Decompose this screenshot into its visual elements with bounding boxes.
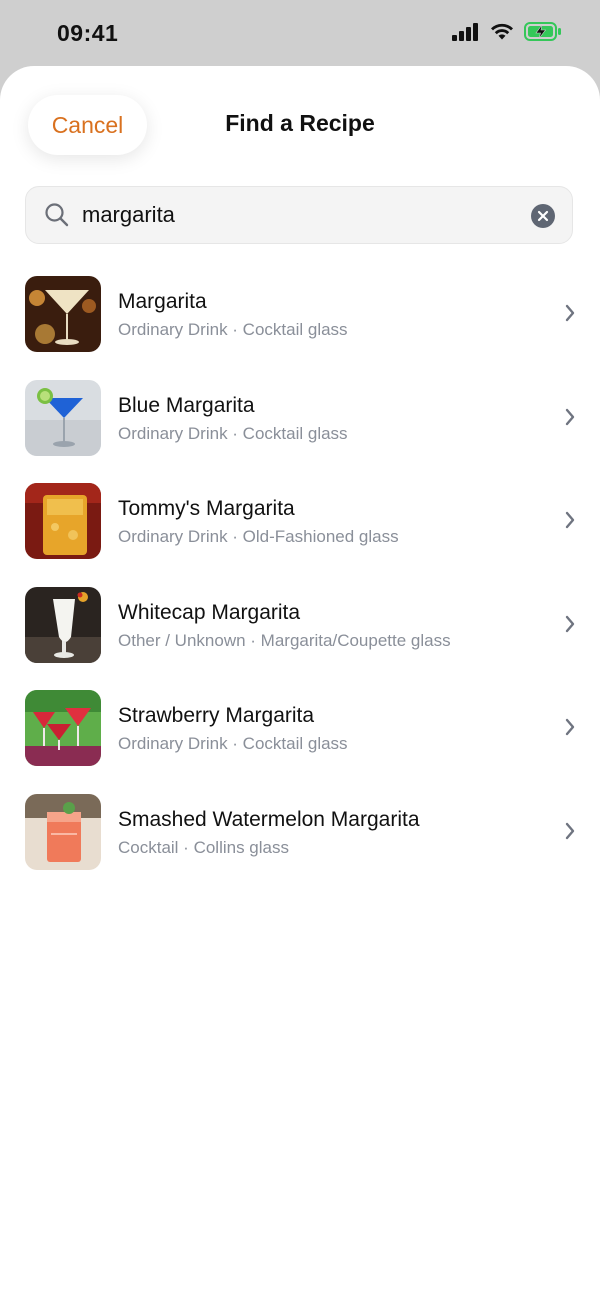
wifi-icon (489, 22, 515, 46)
drink-thumbnail (25, 586, 101, 663)
chevron-right-icon (565, 408, 575, 431)
status-icons (452, 22, 562, 46)
drink-thumbnail (25, 690, 101, 767)
chevron-right-icon (565, 511, 575, 534)
drink-name: Strawberry Margarita (118, 704, 315, 728)
search-bar[interactable] (25, 186, 573, 244)
chevron-right-icon (565, 718, 575, 741)
drink-name: Whitecap Margarita (118, 600, 301, 624)
result-row-smashed-watermelon-margarita[interactable]: Smashed Watermelon Margarita Cocktail · … (0, 782, 600, 886)
drink-subtitle: Ordinary Drink · Cocktail glass (118, 423, 348, 443)
drink-subtitle: Cocktail · Collins glass (118, 837, 289, 857)
drink-subtitle: Ordinary Drink · Cocktail glass (118, 320, 348, 339)
result-row-margarita[interactable]: Margarita Ordinary Drink · Cocktail glas… (0, 264, 600, 368)
search-input[interactable] (82, 196, 502, 234)
sheet-title: Find a Recipe (225, 110, 375, 136)
result-row-whitecap-margarita[interactable]: Whitecap Margarita Other / Unknown · Mar… (0, 575, 600, 679)
drink-name: Tommy's Margarita (118, 497, 295, 521)
drink-thumbnail (25, 379, 101, 456)
results-list: Margarita Ordinary Drink · Cocktail glas… (0, 264, 600, 886)
chevron-right-icon (565, 304, 575, 327)
status-bar: 09:41 (0, 0, 600, 68)
drink-thumbnail (25, 793, 101, 870)
drink-subtitle: Ordinary Drink · Old-Fashioned glass (118, 527, 399, 547)
chevron-right-icon (565, 822, 575, 845)
drink-subtitle: Ordinary Drink · Cocktail glass (118, 734, 348, 754)
drink-subtitle: Other / Unknown · Margarita/Coupette gla… (118, 630, 451, 650)
result-row-strawberry-margarita[interactable]: Strawberry Margarita Ordinary Drink · Co… (0, 678, 600, 782)
result-row-tommys-margarita[interactable]: Tommy's Margarita Ordinary Drink · Old-F… (0, 471, 600, 575)
result-row-blue-margarita[interactable]: Blue Margarita Ordinary Drink · Cocktail… (0, 368, 600, 472)
search-icon (44, 202, 70, 233)
search-sheet: Cancel Find a Recipe margarita Margarita… (0, 66, 600, 1298)
clear-icon (537, 210, 549, 222)
clear-search-button[interactable] (531, 204, 555, 228)
drink-thumbnail (25, 483, 101, 560)
cellular-signal-icon (452, 22, 480, 46)
drink-name: Smashed Watermelon Margarita (118, 807, 420, 831)
drink-name: Blue Margarita (118, 393, 255, 417)
status-time: 09:41 (57, 20, 119, 46)
chevron-right-icon (565, 615, 575, 638)
battery-charging-icon (524, 22, 562, 46)
drink-name: Margarita (118, 290, 207, 313)
drink-thumbnail (25, 276, 101, 352)
